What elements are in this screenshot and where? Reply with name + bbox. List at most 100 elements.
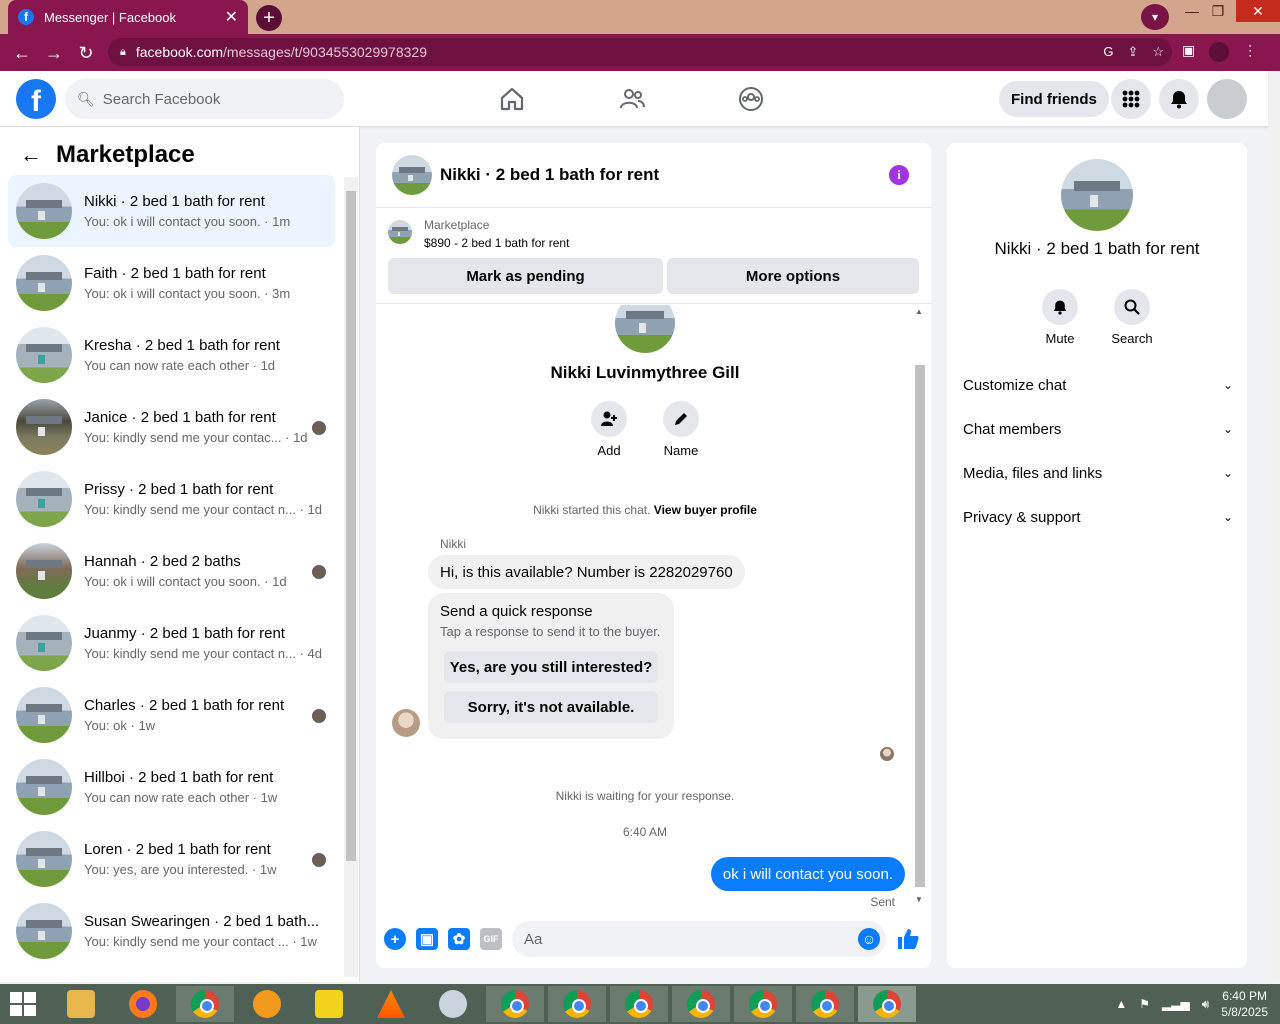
outgoing-message[interactable]: ok i will contact you soon. xyxy=(710,857,905,891)
back-arrow-icon[interactable]: ← xyxy=(10,41,34,65)
conversation-item[interactable]: Faith · 2 bed 1 bath for rent You: ok i w… xyxy=(8,247,335,319)
listing-thumbnail[interactable] xyxy=(388,220,412,244)
conversation-item[interactable]: Nikki · 2 bed 1 bath for rent You: ok i w… xyxy=(8,175,335,247)
conversation-item[interactable]: Juanmy · 2 bed 1 bath for rent You: kindl… xyxy=(8,607,335,679)
home-icon[interactable] xyxy=(498,85,526,113)
search-input[interactable] xyxy=(102,90,323,108)
scrollbar-thumb[interactable] xyxy=(915,365,925,887)
conversation-item[interactable]: Janice · 2 bed 1 bath for rent You: kindl… xyxy=(8,391,335,463)
name-button[interactable]: Name xyxy=(651,401,711,458)
bookmark-star-icon[interactable]: ☆ xyxy=(1152,44,1164,60)
signal-icon[interactable]: ▂▃▅ xyxy=(1162,997,1190,1011)
player-icon[interactable] xyxy=(300,986,358,1022)
info-icon[interactable]: i xyxy=(889,165,909,185)
chrome-window-5-icon[interactable] xyxy=(672,986,730,1022)
listing-price[interactable]: $890 - 2 bed 1 bath for rent xyxy=(424,236,569,250)
sender-avatar[interactable] xyxy=(392,709,420,737)
scroll-up-icon[interactable]: ▲ xyxy=(915,307,923,316)
page-scrollbar[interactable] xyxy=(1268,71,1280,982)
listing-avatar[interactable] xyxy=(1061,159,1133,231)
plus-icon[interactable]: + xyxy=(384,928,406,950)
scroll-down-icon[interactable]: ▼ xyxy=(915,895,923,904)
buyer-avatar[interactable] xyxy=(615,305,675,353)
facebook-logo-icon[interactable]: f xyxy=(16,79,56,119)
uc-browser-icon[interactable] xyxy=(238,986,296,1022)
clock[interactable]: 6:40 PM 5/8/2025 xyxy=(1221,988,1268,1020)
side-panel-icon[interactable]: ▣ xyxy=(1182,42,1195,62)
conversation-item[interactable]: Charles · 2 bed 1 bath for rent You: ok ·… xyxy=(8,679,335,751)
reload-icon[interactable]: ↻ xyxy=(74,41,98,65)
scrollbar-thumb[interactable] xyxy=(346,191,356,861)
conversation-name: Hillboi · 2 bed 1 bath for rent xyxy=(84,769,274,786)
tray-expand-icon[interactable]: ▲ xyxy=(1115,997,1127,1011)
quick-reply-sorry-button[interactable]: Sorry, it's not available. xyxy=(444,691,658,723)
message-input[interactable] xyxy=(512,921,832,957)
thumbs-up-icon[interactable] xyxy=(896,927,920,951)
conversation-item[interactable]: Prissy · 2 bed 1 bath for rent You: kindl… xyxy=(8,463,335,535)
notifications-button[interactable] xyxy=(1159,79,1199,119)
view-buyer-profile-link[interactable]: View buyer profile xyxy=(654,503,757,517)
sticker-icon[interactable]: ✿ xyxy=(448,928,470,950)
new-tab-button[interactable]: + xyxy=(256,5,282,31)
pencil-icon xyxy=(663,401,699,437)
friends-icon[interactable] xyxy=(618,85,646,113)
chrome-window-4-icon[interactable] xyxy=(610,986,668,1022)
network-flag-icon[interactable]: ⚑ xyxy=(1139,997,1150,1011)
chrome-window-active-icon[interactable] xyxy=(858,986,916,1022)
maximize-button[interactable]: ❐ xyxy=(1198,0,1238,22)
conversation-meta: Hannah · 2 bed 2 baths You: ok i will con… xyxy=(84,553,327,589)
chrome-window-7-icon[interactable] xyxy=(796,986,854,1022)
incoming-message[interactable]: Hi, is this available? Number is 2282029… xyxy=(428,555,745,589)
share-icon[interactable]: ⇪ xyxy=(1127,44,1138,60)
forward-arrow-icon[interactable]: → xyxy=(42,41,66,65)
conversation-item[interactable]: Kresha · 2 bed 1 bath for rent You can no… xyxy=(8,319,335,391)
tab-close-icon[interactable]: ✕ xyxy=(225,7,238,27)
privacy-support-section[interactable]: Privacy & support ⌄ xyxy=(963,505,1233,529)
chrome-window-6-icon[interactable] xyxy=(734,986,792,1022)
chrome-window-3-icon[interactable] xyxy=(548,986,606,1022)
mute-button[interactable]: Mute xyxy=(1030,289,1090,346)
quick-reply-yes-button[interactable]: Yes, are you still interested? xyxy=(444,651,658,683)
conversation-preview: You: ok i will contact you soon. · 1d xyxy=(84,574,287,589)
mark-as-pending-button[interactable]: Mark as pending xyxy=(388,258,663,294)
chrome-window-2-icon[interactable] xyxy=(486,986,544,1022)
browser-profile-icon[interactable] xyxy=(1209,42,1230,62)
conversation-item[interactable]: Hillboi · 2 bed 1 bath for rent You can n… xyxy=(8,751,335,823)
more-options-button[interactable]: More options xyxy=(667,258,919,294)
google-icon[interactable]: G xyxy=(1103,44,1113,60)
facebook-search[interactable]: 🔍︎ xyxy=(65,79,344,119)
gif-icon[interactable]: GIF xyxy=(480,928,502,950)
find-friends-button[interactable]: Find friends xyxy=(999,81,1109,117)
windows-start-icon[interactable] xyxy=(10,992,38,1016)
listing-thumbnail xyxy=(16,615,72,671)
url-field[interactable]: 🔒︎ facebook.com/messages/t/9034553029978… xyxy=(108,38,1172,66)
close-window-button[interactable]: ✕ xyxy=(1236,0,1280,22)
customize-chat-section[interactable]: Customize chat ⌄ xyxy=(963,373,1233,397)
photo-icon[interactable]: ▣ xyxy=(416,928,438,950)
tab-search-button[interactable]: ▾ xyxy=(1141,4,1169,30)
thread-scrollbar[interactable]: ▲ ▼ xyxy=(913,305,927,908)
conversation-scrollbar[interactable] xyxy=(344,177,358,977)
conversation-item[interactable]: Loren · 2 bed 1 bath for rent You: yes, a… xyxy=(8,823,335,895)
volume-icon[interactable]: 🔊︎ xyxy=(1202,997,1210,1012)
chat-members-section[interactable]: Chat members ⌄ xyxy=(963,417,1233,441)
media-files-links-section[interactable]: Media, files and links ⌄ xyxy=(963,461,1233,485)
add-button[interactable]: Add xyxy=(579,401,639,458)
vlc-icon[interactable] xyxy=(362,986,420,1022)
browser-menu-icon[interactable]: ⋮ xyxy=(1243,42,1257,62)
paint-tool-icon[interactable] xyxy=(424,986,482,1022)
browser-tab[interactable]: f Messenger | Facebook ✕ xyxy=(8,0,248,34)
account-avatar[interactable] xyxy=(1207,79,1247,119)
chrome-window-1-icon[interactable] xyxy=(176,986,234,1022)
menu-grid-button[interactable] xyxy=(1111,79,1151,119)
back-arrow-icon[interactable]: ← xyxy=(20,142,42,168)
groups-icon[interactable] xyxy=(737,85,765,113)
file-explorer-icon[interactable] xyxy=(52,986,110,1022)
emoji-icon[interactable]: ☺ xyxy=(858,928,880,950)
listing-avatar[interactable] xyxy=(392,155,432,195)
chat-title[interactable]: Nikki · 2 bed 1 bath for rent xyxy=(440,165,659,185)
conversation-item[interactable]: Hannah · 2 bed 2 baths You: ok i will con… xyxy=(8,535,335,607)
search-chat-button[interactable]: Search xyxy=(1102,289,1162,346)
conversation-item[interactable]: Susan Swearingen · 2 bed 1 bath... You: k… xyxy=(8,895,335,967)
firefox-icon[interactable] xyxy=(114,986,172,1022)
